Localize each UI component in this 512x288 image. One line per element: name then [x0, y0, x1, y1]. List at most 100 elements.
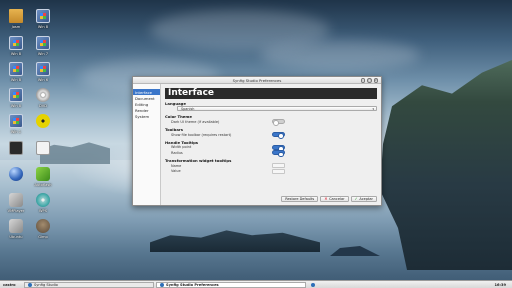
- restore-defaults-button[interactable]: Restore Defaults: [281, 195, 319, 202]
- windows-icon: [36, 9, 50, 23]
- setting-row: Radius: [165, 150, 377, 158]
- setting-label: Name: [171, 163, 182, 168]
- setting-row: Dark UI theme (if available): [165, 119, 377, 127]
- desktop-icon[interactable]: Gimp: [29, 219, 57, 239]
- desktop-icon-label: Autoflash: [34, 183, 52, 187]
- desktop-icon-label: Josm: [11, 25, 21, 29]
- setting-row: Width point: [165, 144, 377, 152]
- toggle-switch[interactable]: [272, 150, 285, 158]
- minimize-icon[interactable]: –: [360, 78, 365, 83]
- disc-icon: [36, 193, 50, 207]
- desktop-icon[interactable]: Win 8: [2, 36, 30, 56]
- desktop-icon[interactable]: Ubuntu: [2, 219, 30, 239]
- windows-icon: [9, 36, 23, 50]
- windows-icon: [9, 114, 23, 128]
- desktop-icon-label: Win 7: [37, 52, 49, 56]
- toggle-switch[interactable]: [272, 132, 285, 140]
- language-select-value: Spanish: [181, 107, 195, 112]
- setting-label: Dark UI theme (if available): [171, 119, 220, 124]
- desktop-icon[interactable]: Win 1: [2, 114, 30, 134]
- accept-button[interactable]: ✓ Aceptar: [350, 195, 377, 202]
- sidebar-item-system[interactable]: System: [133, 114, 160, 120]
- text-field[interactable]: [272, 163, 285, 169]
- windows-icon: [9, 88, 23, 102]
- taskbar-task-label: Synfig Studio Preferences: [166, 282, 219, 287]
- windows-icon: [36, 62, 50, 76]
- desktop-icon[interactable]: DVD: [29, 88, 57, 108]
- setting-label: Width point: [171, 145, 192, 150]
- taskbar-task-preferences[interactable]: Synfig Studio Preferences: [156, 281, 306, 288]
- synfig-icon: [28, 282, 32, 287]
- desktop-icon-label: Win 8: [10, 78, 22, 82]
- desktop-icon[interactable]: Win 6: [29, 62, 57, 82]
- taskbar: castro Synfig Studio Synfig Studio Prefe…: [0, 280, 512, 288]
- desktop-icon[interactable]: WPS: [29, 193, 57, 213]
- desktop-icon[interactable]: Win 8: [29, 9, 57, 29]
- desktop-icon-label: WPS: [38, 209, 47, 213]
- setting-row: Value: [165, 168, 377, 175]
- taskbar-user[interactable]: castro: [0, 282, 24, 288]
- dialog-title: Synfig Studio Preferences: [232, 77, 282, 83]
- toggle-switch[interactable]: [272, 144, 285, 152]
- checkmark-icon: ✓: [354, 196, 358, 202]
- desktop-icon[interactable]: Josm: [2, 9, 30, 29]
- desktop-icon[interactable]: Autoflash: [29, 167, 57, 187]
- desktop-icon[interactable]: Win 7: [29, 36, 57, 56]
- desktop-icon[interactable]: Win 8: [2, 88, 30, 108]
- close-icon[interactable]: ×: [373, 78, 378, 83]
- document-icon: [36, 141, 50, 155]
- desktop-icon-label: Win 6: [37, 78, 49, 82]
- cancel-button[interactable]: ✕ Cancelar: [320, 195, 349, 202]
- green-app-icon: [36, 167, 50, 181]
- preferences-dialog: Synfig Studio Preferences – □ × Interfac…: [132, 76, 382, 206]
- desktop-icon-label: Ubuntu: [9, 235, 23, 239]
- chevron-down-icon: ▾: [372, 107, 374, 112]
- accept-label: Aceptar: [359, 196, 373, 201]
- setting-row: Show file toolbar (requires restart): [165, 132, 377, 140]
- desktop-icon-label: Gimp: [38, 235, 48, 239]
- desktop-icon[interactable]: [2, 167, 30, 183]
- cancel-label: Cancelar: [329, 196, 345, 201]
- desktop-icon[interactable]: VMPlayer: [2, 193, 30, 213]
- text-field[interactable]: [272, 168, 285, 174]
- desktop-icon[interactable]: [2, 141, 30, 157]
- desktop-icon-label: Win 8: [10, 52, 22, 56]
- dialog-footer: Restore Defaults ✕ Cancelar ✓ Aceptar: [281, 195, 377, 202]
- settings-sections: Color Theme Dark UI theme (if available) T…: [165, 114, 377, 174]
- setting-label: Value: [171, 169, 181, 174]
- gray-app-icon: [9, 219, 23, 233]
- desktop-icon[interactable]: [29, 141, 57, 157]
- gray-app-icon: [9, 193, 23, 207]
- dvd-icon: [36, 88, 50, 102]
- desktop-icon-label: DVD: [39, 104, 47, 108]
- preferences-sidebar: Interface Document Editing Render System: [133, 84, 161, 205]
- desktop-icon[interactable]: [29, 114, 57, 130]
- setting-label: Radius: [171, 150, 183, 155]
- page-title: Interface: [165, 88, 377, 99]
- taskbar-task-synfig[interactable]: Synfig Studio: [24, 281, 154, 288]
- language-select[interactable]: Spanish ▾: [177, 106, 377, 112]
- dialog-titlebar[interactable]: Synfig Studio Preferences – □ ×: [133, 77, 381, 84]
- taskbar-task-label: Synfig Studio: [34, 282, 58, 287]
- windows-icon: [9, 62, 23, 76]
- setting-row: Name: [165, 163, 377, 169]
- tray-synfig-icon[interactable]: [308, 282, 320, 288]
- clock[interactable]: 16:39: [489, 282, 512, 288]
- cancel-icon: ✕: [324, 196, 328, 202]
- toggle-switch[interactable]: [272, 119, 285, 127]
- radiation-icon: [36, 114, 50, 128]
- desktop-icon-label: VMPlayer: [7, 209, 25, 213]
- desktop-icon-label: Win 8: [37, 25, 49, 29]
- folder-icon: [9, 9, 23, 23]
- gimp-icon: [36, 219, 50, 233]
- preferences-content: Interface Language Spanish ▾ Color Theme…: [161, 84, 381, 205]
- desktop-icon-label: Win 8: [10, 104, 22, 108]
- globe-icon: [9, 167, 23, 181]
- windows-icon: [36, 36, 50, 50]
- restore-defaults-label: Restore Defaults: [285, 196, 315, 201]
- maximize-icon[interactable]: □: [367, 78, 372, 83]
- terminal-icon: [9, 141, 23, 155]
- desktop-icon[interactable]: Win 8: [2, 62, 30, 82]
- synfig-icon: [160, 282, 164, 287]
- setting-label: Show file toolbar (requires restart): [171, 132, 232, 137]
